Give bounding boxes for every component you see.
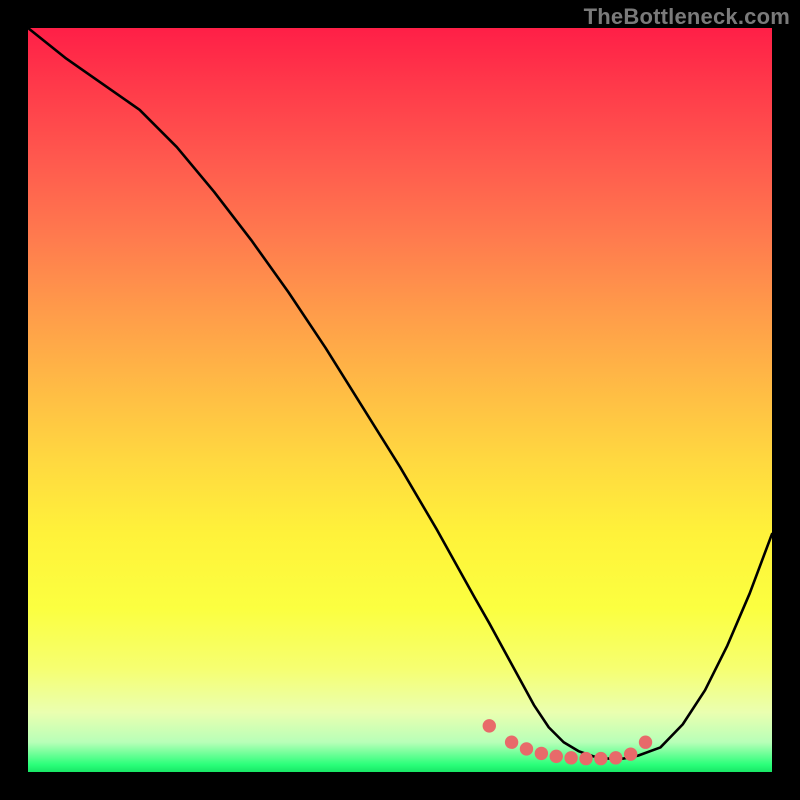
marker-dot xyxy=(609,751,622,764)
watermark-text: TheBottleneck.com xyxy=(584,4,790,30)
chart-curve xyxy=(28,28,772,759)
marker-dot xyxy=(520,742,533,755)
marker-dot xyxy=(579,752,592,765)
marker-dot xyxy=(505,736,518,749)
chart-svg xyxy=(28,28,772,772)
marker-cluster xyxy=(483,719,653,765)
marker-dot xyxy=(639,736,652,749)
plot-area xyxy=(28,28,772,772)
chart-frame: TheBottleneck.com xyxy=(0,0,800,800)
marker-dot xyxy=(624,747,637,760)
marker-dot xyxy=(483,719,496,732)
marker-dot xyxy=(564,751,577,764)
marker-dot xyxy=(535,747,548,760)
marker-dot xyxy=(550,750,563,763)
marker-dot xyxy=(594,752,607,765)
